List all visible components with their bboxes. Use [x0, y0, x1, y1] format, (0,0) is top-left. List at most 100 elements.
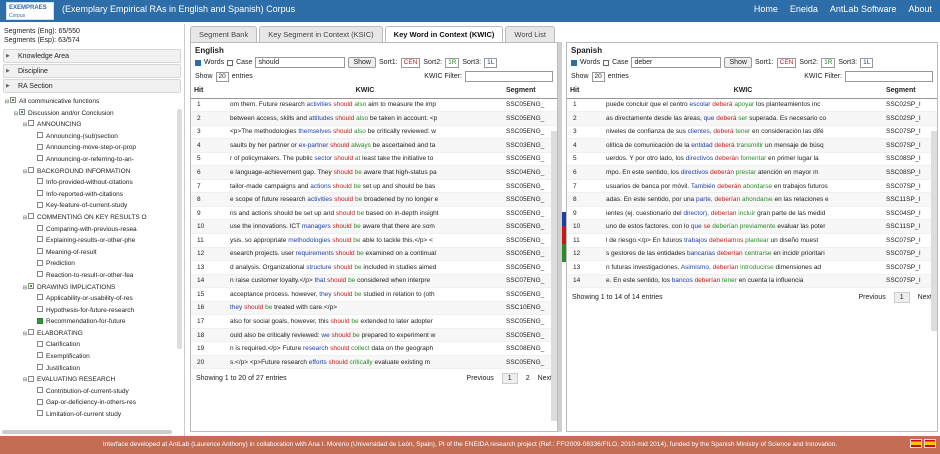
sort3-select[interactable]: 1L: [860, 57, 874, 68]
table-scrollbar[interactable]: [931, 131, 937, 331]
tree-node[interactable]: Gap-or-deficiency-in-others-res: [0, 397, 184, 409]
table-row[interactable]: 6 mpo. En este sentido, los directivos de…: [567, 165, 937, 180]
segment-id[interactable]: SSC05ENG_: [503, 192, 557, 207]
column-header-hit[interactable]: Hit: [191, 84, 227, 99]
table-row[interactable]: 12 s gestores de las entidades bancarias …: [567, 247, 937, 262]
table-row[interactable]: 7 tailor-made campaigns and actions shoul…: [191, 179, 557, 194]
segment-id[interactable]: SSC08SP_I: [883, 165, 937, 180]
segment-id[interactable]: SSC07SP_I: [883, 125, 937, 140]
tree-node[interactable]: ⊟ DRAWING IMPLICATIONS: [0, 282, 184, 294]
accordion-ra-section[interactable]: ▶ RA Section: [3, 79, 181, 93]
table-row[interactable]: 14 n raise customer loyalty.</p> that sho…: [191, 274, 557, 289]
tree-checkbox[interactable]: [28, 166, 34, 173]
tree-checkbox[interactable]: [19, 108, 25, 115]
segment-id[interactable]: SSC05ENG_: [503, 152, 557, 167]
table-row[interactable]: 18 ould also be critically reviewed: we s…: [191, 328, 557, 343]
column-header-segment[interactable]: Segment: [503, 84, 557, 99]
tree-node[interactable]: Exemplification: [0, 351, 184, 363]
table-row[interactable]: 4 saults by her partner or ex-partner sho…: [191, 138, 557, 153]
tree-checkbox[interactable]: [37, 363, 43, 370]
case-checkbox[interactable]: [227, 59, 234, 66]
segment-id[interactable]: SSC05ENG_: [503, 328, 557, 343]
next-page-button[interactable]: Next: [538, 375, 552, 382]
table-row[interactable]: 11 ysis. so appropriate methodologies sho…: [191, 233, 557, 248]
tree-checkbox[interactable]: [37, 305, 43, 312]
tree-node[interactable]: Limitation-of-current study: [0, 409, 184, 420]
segment-id[interactable]: SSC07SP_I: [883, 247, 937, 262]
sort1-select[interactable]: CEN: [776, 57, 797, 68]
nav-home[interactable]: Home: [754, 4, 778, 14]
tree-checkbox[interactable]: [37, 132, 43, 139]
table-row[interactable]: 2 between access, skills and attitudes sh…: [191, 111, 557, 126]
segment-id[interactable]: SSC08ENG_: [503, 341, 557, 356]
tree-node[interactable]: Applicability-or-usability-of-res: [0, 293, 184, 305]
tree-checkbox[interactable]: [37, 190, 43, 197]
sidebar-scrollbar[interactable]: [177, 109, 182, 349]
kwic-filter-input[interactable]: [845, 71, 933, 82]
tree-node[interactable]: Meaning-of-result: [0, 247, 184, 259]
tab-ksic[interactable]: Key Segment in Context (KSIC): [259, 26, 383, 42]
segment-id[interactable]: SSC10ENG_: [503, 301, 557, 316]
tree-checkbox[interactable]: [37, 236, 43, 243]
tree-node[interactable]: ⊟ ELABORATING: [0, 328, 184, 340]
tree-node[interactable]: ⊟ All communicative functions: [0, 96, 184, 108]
column-header-segment[interactable]: Segment: [883, 84, 937, 99]
segment-id[interactable]: SSC07SP_I: [883, 179, 937, 194]
tree-checkbox[interactable]: [28, 213, 34, 220]
table-row[interactable]: 12 esearch projects. user requirements sh…: [191, 247, 557, 262]
page-number-button[interactable]: 1: [501, 373, 518, 385]
tree-node[interactable]: Key-feature-of-current-study: [0, 200, 184, 212]
table-row[interactable]: 5r of policymakers. The public sector sh…: [191, 152, 557, 167]
segment-id[interactable]: SSC04SP_I: [883, 206, 937, 221]
column-header-hit[interactable]: Hit: [567, 84, 603, 99]
segment-id[interactable]: SSC07ENG_: [503, 274, 557, 289]
segment-id[interactable]: SSC05ENG_: [503, 206, 557, 221]
table-row[interactable]: 7 usuarios de banca por móvil. También de…: [567, 179, 937, 194]
tree-checkbox[interactable]: [28, 329, 34, 336]
tree-node[interactable]: Announcing-or-referring-to-an-: [0, 154, 184, 166]
tree-checkbox[interactable]: [37, 340, 43, 347]
table-row[interactable]: 20 s.</p> <p>Future research efforts shou…: [191, 355, 557, 370]
accordion-discipline[interactable]: ▶ Discipline: [3, 64, 181, 78]
segment-id[interactable]: SSC11SP_I: [883, 192, 937, 207]
column-header-kwic[interactable]: KWIC: [603, 84, 883, 99]
table-row[interactable]: 13 d analysis. Organizational structure s…: [191, 260, 557, 275]
tree-checkbox[interactable]: [37, 387, 43, 394]
table-row[interactable]: 8e scope of future research activities s…: [191, 192, 557, 207]
next-page-button[interactable]: Next: [918, 294, 932, 301]
segment-id[interactable]: SSC07SP_I: [883, 233, 937, 248]
table-row[interactable]: 10 uno de estos factores. con lo que se d…: [567, 219, 937, 234]
page-number-button[interactable]: 2: [526, 375, 530, 382]
tree-node[interactable]: Hypothesis-for-future-research: [0, 305, 184, 317]
tree-node[interactable]: Announcing-(sub)section: [0, 131, 184, 143]
segment-id[interactable]: SSC05ENG_: [503, 260, 557, 275]
table-row[interactable]: 14 e. En este sentido, los bancos debería…: [567, 274, 937, 289]
segment-id[interactable]: SSC04ENG_: [503, 165, 557, 180]
tree-node[interactable]: ⊟ Discussion and/or Conclusion: [0, 108, 184, 120]
segment-id[interactable]: SSC11SP_I: [883, 219, 937, 234]
tree-checkbox[interactable]: [28, 375, 34, 382]
tree-node[interactable]: Prediction: [0, 258, 184, 270]
tree-checkbox[interactable]: [37, 398, 43, 405]
sort2-select[interactable]: 1R: [445, 57, 460, 68]
tree-node[interactable]: Comparing-with-previous-resea: [0, 224, 184, 236]
segment-id[interactable]: SSC03ENG_: [503, 138, 557, 153]
sort3-select[interactable]: 1L: [484, 57, 498, 68]
sort2-select[interactable]: 1R: [821, 57, 836, 68]
segment-id[interactable]: SSC05ENG_: [503, 219, 557, 234]
tree-node[interactable]: ⊟ BACKGROUND INFORMATION: [0, 166, 184, 178]
tree-node[interactable]: Clarification: [0, 339, 184, 351]
nav-about[interactable]: About: [908, 4, 932, 14]
segment-id[interactable]: SSC05ENG_: [503, 355, 557, 370]
segment-id[interactable]: SSC05ENG_: [503, 111, 557, 126]
words-checkbox[interactable]: [571, 59, 577, 66]
tree-checkbox[interactable]: [37, 155, 43, 162]
nav-eneida[interactable]: Eneida: [790, 4, 818, 14]
table-row[interactable]: 8 adas. En este sentido, por una parte, d…: [567, 192, 937, 207]
segment-id[interactable]: SSC07SP_I: [883, 274, 937, 289]
table-row[interactable]: 10 use the innovations. ICT managers shou…: [191, 219, 557, 234]
segment-id[interactable]: SSC05ENG_: [503, 233, 557, 248]
table-row[interactable]: 16 they should be treated with care.</p>…: [191, 301, 557, 316]
accordion-knowledge-area[interactable]: ▶ Knowledge Area: [3, 49, 181, 63]
tree-node[interactable]: ⊟ ANNOUNCING: [0, 119, 184, 131]
